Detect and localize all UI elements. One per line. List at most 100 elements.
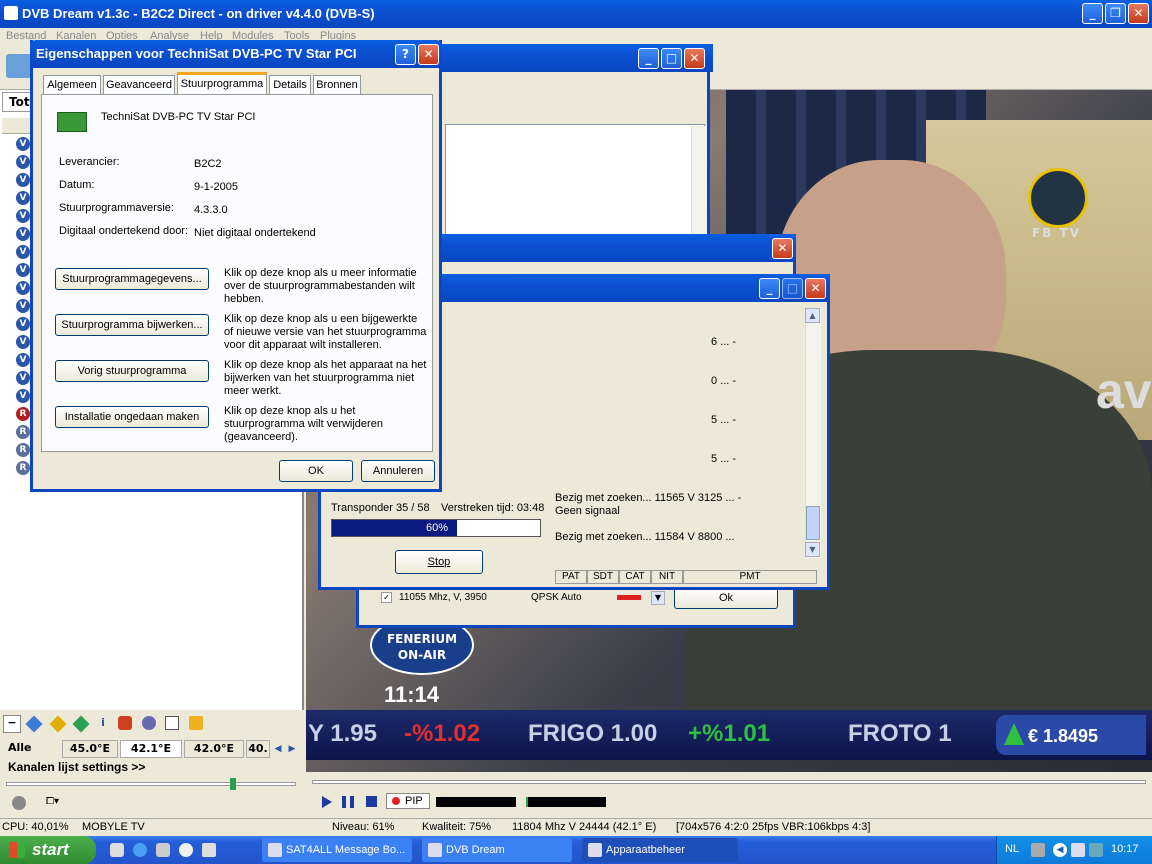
tab-total[interactable]: Tota: [2, 92, 38, 112]
cancel-button[interactable]: Annuleren: [361, 460, 435, 482]
channel-type-icon[interactable]: V: [16, 263, 30, 277]
tray-icon-3[interactable]: [1089, 843, 1103, 857]
help-button[interactable]: ?: [395, 44, 416, 65]
task-button-1[interactable]: DVB Dream: [422, 838, 572, 862]
start-button[interactable]: start: [0, 836, 96, 864]
scan-stop-button[interactable]: Stop: [395, 550, 483, 574]
pip-button[interactable]: PIP: [386, 793, 430, 809]
tool-icon-6[interactable]: [142, 716, 156, 730]
scan-line-2: 5 ... -: [711, 414, 737, 426]
channel-type-icon[interactable]: V: [16, 137, 30, 151]
tray-icon-2[interactable]: [1071, 843, 1085, 857]
channel-type-icon[interactable]: V: [16, 209, 30, 223]
scan-close-button[interactable]: ✕: [805, 278, 826, 299]
tp-ok-button[interactable]: Ok: [674, 587, 778, 609]
quicklaunch-icon-5[interactable]: [202, 843, 216, 857]
sat-scroll-right-icon[interactable]: ▶: [286, 742, 298, 756]
scan-scroll-down-icon[interactable]: ▼: [805, 542, 820, 557]
volume-slider-thumb[interactable]: [230, 778, 236, 790]
sat-button-0[interactable]: Alle: [4, 740, 60, 758]
disc-icon[interactable]: [12, 796, 26, 810]
tool-icon-8[interactable]: [189, 716, 203, 730]
volume-slider[interactable]: [6, 782, 296, 786]
tool-icon-1[interactable]: [25, 715, 43, 733]
level-meter-right: [526, 797, 606, 807]
media-player-icon[interactable]: [179, 843, 193, 857]
scan-maximize-button[interactable]: □: [782, 278, 803, 299]
field-value-3: Niet digitaal ondertekend: [194, 227, 316, 239]
info-icon[interactable]: i: [96, 716, 110, 732]
action-button-1[interactable]: Stuurprogramma bijwerken...: [55, 314, 209, 336]
tool-icon-2[interactable]: [49, 715, 67, 733]
level-meter-left: [436, 797, 516, 807]
dm-minimize-button[interactable]: _: [638, 48, 659, 69]
scan-log-1: Geen signaal: [555, 505, 620, 517]
scan-minimize-button[interactable]: _: [759, 278, 780, 299]
minus-icon[interactable]: −: [3, 715, 21, 733]
task-button-2[interactable]: Apparaatbeheer: [582, 838, 738, 862]
action-button-3[interactable]: Installatie ongedaan maken: [55, 406, 209, 428]
tp-dropdown-icon[interactable]: ▼: [651, 591, 665, 605]
channel-type-icon[interactable]: V: [16, 155, 30, 169]
tab-geavanceerd[interactable]: Geavanceerd: [103, 75, 175, 95]
quicklaunch-icon-1[interactable]: [110, 843, 124, 857]
tool-icon-7[interactable]: [165, 716, 179, 730]
channel-type-icon[interactable]: V: [16, 353, 30, 367]
channel-type-icon[interactable]: R: [16, 443, 30, 457]
tab-algemeen[interactable]: Algemeen: [43, 75, 101, 95]
channel-type-icon[interactable]: V: [16, 227, 30, 241]
channel-type-icon[interactable]: V: [16, 173, 30, 187]
channel-type-icon[interactable]: V: [16, 317, 30, 331]
channel-type-icon[interactable]: V: [16, 191, 30, 205]
channel-list-settings[interactable]: Kanalen lijst settings >>: [8, 760, 145, 774]
restore-button[interactable]: ❐: [1105, 3, 1126, 24]
tool-icon-5[interactable]: [118, 716, 132, 730]
folder-icon[interactable]: [6, 54, 32, 78]
channel-type-icon[interactable]: V: [16, 335, 30, 349]
action-button-2[interactable]: Vorig stuurprogramma: [55, 360, 209, 382]
list-dropdown-icon[interactable]: ⧠▾: [46, 796, 74, 810]
channel-type-icon[interactable]: V: [16, 371, 30, 385]
channel-type-icon[interactable]: V: [16, 281, 30, 295]
tray-icon-1[interactable]: [1031, 843, 1045, 857]
action-button-0[interactable]: Stuurprogrammagegevens...: [55, 268, 209, 290]
tray-lang[interactable]: NL: [1005, 843, 1019, 855]
tray-chevron-icon[interactable]: ◀: [1053, 843, 1067, 857]
sat-button-2[interactable]: 42.1°E: [120, 740, 182, 758]
tab-bronnen[interactable]: Bronnen: [313, 75, 361, 95]
tp-checkbox[interactable]: ✓: [381, 592, 392, 603]
channel-type-icon[interactable]: V: [16, 245, 30, 259]
channel-type-icon[interactable]: V: [16, 299, 30, 313]
tab-stuurprogramma[interactable]: Stuurprogramma: [177, 72, 267, 95]
ie-icon[interactable]: [133, 843, 147, 857]
channel-type-icon[interactable]: R: [16, 461, 30, 475]
pause-icon[interactable]: [342, 796, 354, 808]
status-format: [704x576 4:2:0 25fps VBR:106kbps 4:3]: [676, 821, 871, 833]
sat-button-3[interactable]: 42.0°E: [184, 740, 244, 758]
tool-icon-3[interactable]: [72, 715, 90, 733]
seek-slider[interactable]: [312, 780, 1146, 784]
task-button-0[interactable]: SAT4ALL Message Bo...: [262, 838, 412, 862]
channel-type-icon[interactable]: R: [16, 425, 30, 439]
tp-close-button[interactable]: ✕: [772, 238, 793, 259]
properties-close-button[interactable]: ✕: [418, 44, 439, 65]
sat-button-1[interactable]: 45.0°E: [62, 740, 118, 758]
channel-type-icon[interactable]: V: [16, 389, 30, 403]
channel-type-icon[interactable]: R: [16, 407, 30, 421]
scan-scroll-thumb[interactable]: [806, 506, 820, 540]
tab-details[interactable]: Details: [269, 75, 311, 95]
play-icon[interactable]: [322, 796, 332, 808]
scan-scroll-up-icon[interactable]: ▲: [805, 308, 820, 323]
dm-maximize-button[interactable]: □: [661, 48, 682, 69]
minimize-button[interactable]: _: [1082, 3, 1103, 24]
close-button[interactable]: ✕: [1128, 3, 1149, 24]
sat-scroll-left-icon[interactable]: ◀: [272, 742, 284, 756]
dm-close-button[interactable]: ✕: [684, 48, 705, 69]
tp-row-text: 11055 Mhz, V, 3950: [399, 592, 487, 603]
ok-button[interactable]: OK: [279, 460, 353, 482]
stop-icon[interactable]: [366, 796, 377, 807]
properties-dialog: Eigenschappen voor TechniSat DVB-PC TV S…: [30, 40, 442, 492]
scan-stop-label: Stop: [427, 556, 451, 568]
sat-button-4[interactable]: 40.: [246, 740, 270, 758]
quicklaunch-icon-3[interactable]: [156, 843, 170, 857]
